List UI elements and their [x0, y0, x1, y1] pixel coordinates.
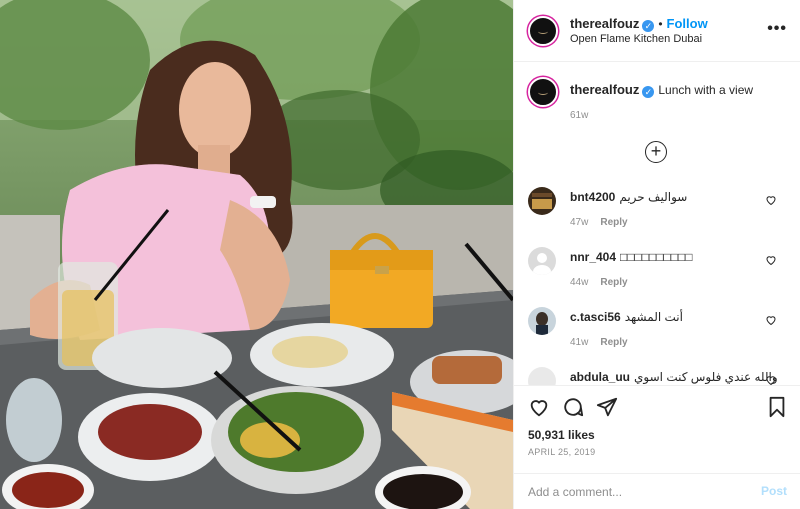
comment-avatar[interactable] — [528, 367, 556, 385]
follow-button[interactable]: Follow — [667, 16, 708, 31]
comment-line: bnt4200 سوالیف حریم — [570, 190, 687, 204]
caption-timestamp[interactable]: 61w — [570, 110, 588, 121]
post-caption: therealfouz ✓ Lunch with a view 61w + — [514, 62, 800, 182]
comment-meta: 41w Reply — [570, 337, 628, 348]
comment-text: والله عندي فلوس كنت اسوي — [634, 370, 778, 384]
comment-item: bnt4200 سوالیف حریم 47w Reply — [514, 182, 800, 242]
reply-button[interactable]: Reply — [600, 217, 627, 228]
comment-username[interactable]: abdula_uu — [570, 370, 630, 384]
more-icon[interactable]: ••• — [767, 20, 787, 38]
comment-text: سوالیف حریم — [619, 190, 688, 204]
comment-avatar[interactable] — [528, 247, 556, 275]
comments-list[interactable]: bnt4200 سوالیف حریم 47w Reply nnr_404 □□□□□… — [514, 182, 800, 385]
heart-icon[interactable] — [765, 194, 777, 206]
comment-username[interactable]: nnr_404 — [570, 250, 616, 264]
post-header: therealfouz ✓ • Follow Open Flame Kitchen D… — [514, 0, 800, 62]
caption-text: Lunch with a view — [658, 83, 754, 97]
heart-icon[interactable] — [765, 254, 777, 266]
comment-time[interactable]: 47w — [570, 217, 588, 228]
post-actions: 50,931 likes APRIL 25, 2019 — [514, 385, 800, 461]
likes-count[interactable]: 50,931 likes — [528, 428, 595, 442]
header-user-line: therealfouz ✓ • Follow — [570, 15, 708, 33]
post-button[interactable]: Post — [761, 484, 787, 498]
comment-avatar[interactable] — [528, 187, 556, 215]
comment-time[interactable]: 44w — [570, 277, 588, 288]
add-circle-icon[interactable]: + — [645, 141, 667, 163]
comment-item: c.tasci56 أنت المشهد 41w Reply — [514, 302, 800, 362]
caption-line: therealfouz ✓ Lunch with a view — [570, 82, 753, 98]
comment-meta: 44w Reply — [570, 277, 628, 288]
post-date[interactable]: APRIL 25, 2019 — [528, 447, 595, 457]
location-link[interactable]: Open Flame Kitchen Dubai — [570, 33, 702, 45]
comment-meta: 47w Reply — [570, 217, 628, 228]
verified-icon: ✓ — [642, 86, 655, 98]
header-username[interactable]: therealfouz — [570, 16, 639, 31]
post-panel: therealfouz ✓ • Follow Open Flame Kitchen D… — [513, 0, 800, 509]
comment-avatar[interactable] — [528, 307, 556, 335]
caption-username[interactable]: therealfouz — [570, 82, 639, 97]
comment-line: c.tasci56 أنت المشهد — [570, 310, 683, 324]
post-photo[interactable] — [0, 0, 513, 509]
comment-username[interactable]: bnt4200 — [570, 190, 615, 204]
heart-icon[interactable] — [765, 374, 777, 385]
header-separator: • — [658, 17, 663, 31]
comment-line: abdula_uu والله عندي فلوس كنت اسوي — [570, 370, 778, 384]
comment-input[interactable] — [528, 483, 748, 501]
heart-icon[interactable] — [765, 314, 777, 326]
add-comment-bar: Post — [514, 473, 800, 509]
comment-line: nnr_404 □□□□□□□□□□ — [570, 250, 693, 264]
comment-item: abdula_uu والله عندي فلوس كنت اسوي — [514, 362, 800, 385]
caption-avatar[interactable] — [528, 77, 558, 107]
comment-text: أنت المشهد — [624, 310, 683, 324]
reply-button[interactable]: Reply — [600, 277, 627, 288]
comment-username[interactable]: c.tasci56 — [570, 310, 621, 324]
comment-text: □□□□□□□□□□ — [620, 250, 693, 264]
comment-icon[interactable] — [562, 396, 584, 418]
share-icon[interactable] — [596, 396, 618, 418]
heart-icon[interactable] — [528, 396, 550, 418]
profile-avatar[interactable] — [528, 16, 558, 46]
verified-icon: ✓ — [642, 20, 655, 32]
reply-button[interactable]: Reply — [600, 337, 627, 348]
comment-item: nnr_404 □□□□□□□□□□ 44w Reply — [514, 242, 800, 302]
comment-time[interactable]: 41w — [570, 337, 588, 348]
bookmark-icon[interactable] — [766, 396, 788, 418]
